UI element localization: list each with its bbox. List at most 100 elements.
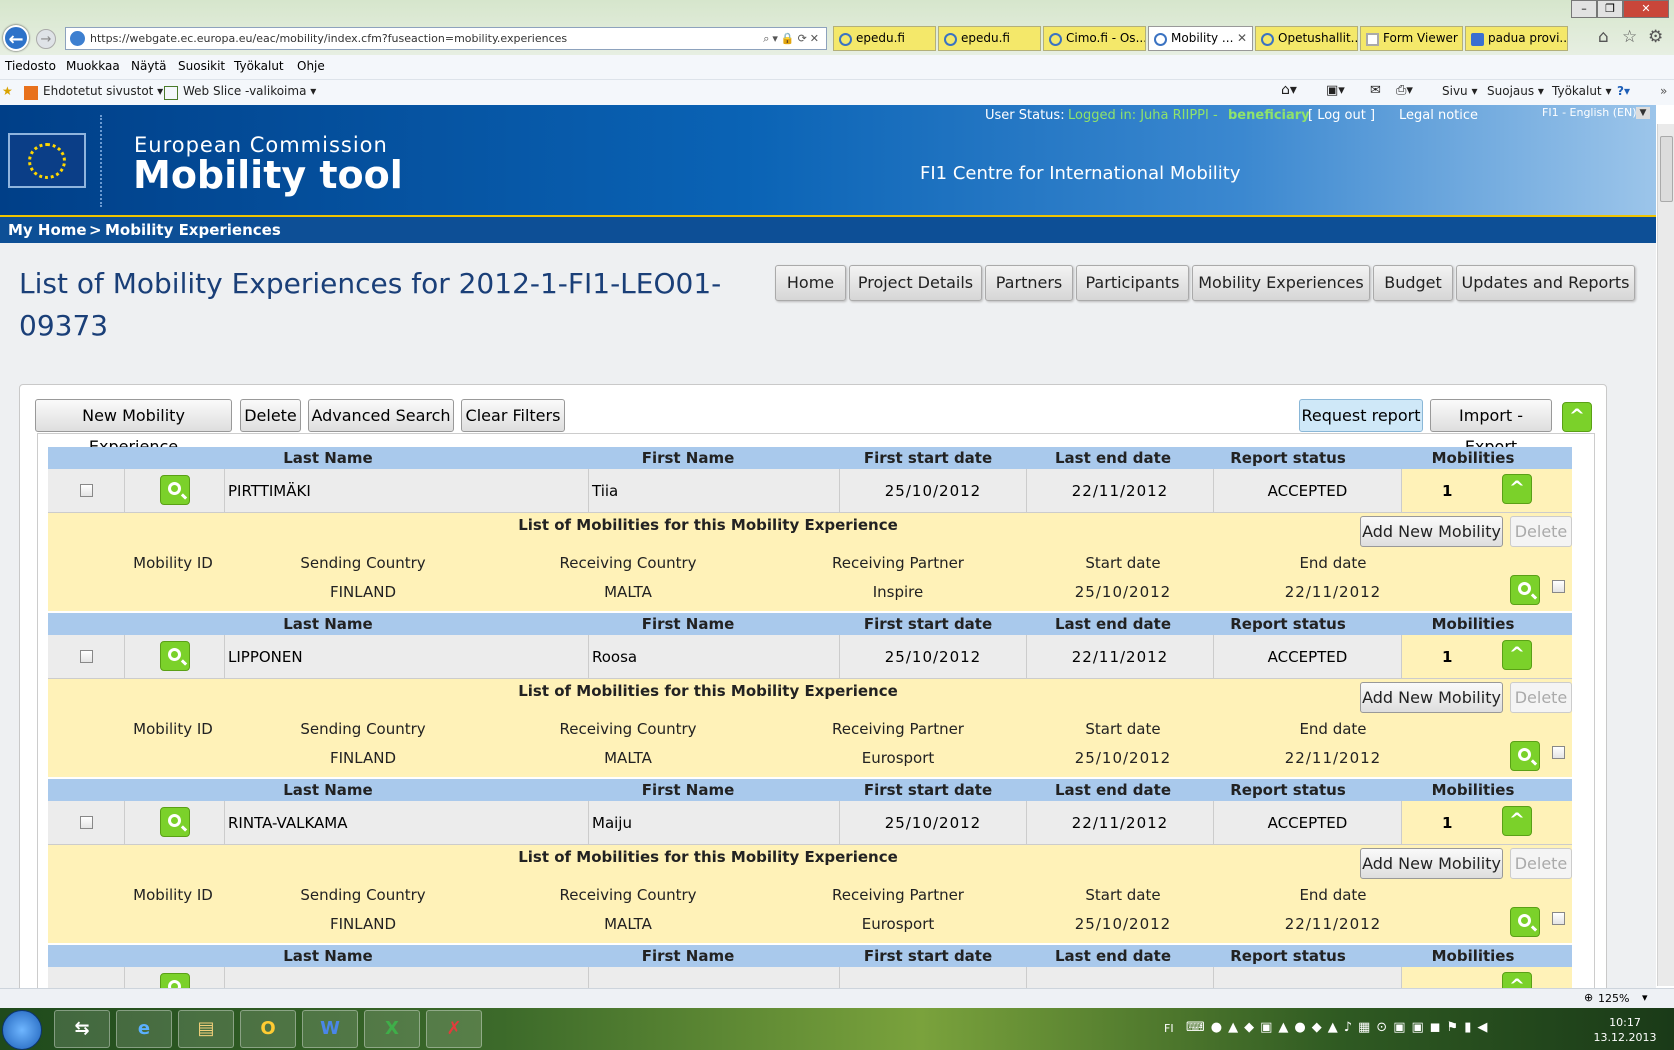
- tab-label: epedu.fi: [856, 31, 905, 45]
- language-select[interactable]: FI1 - English (EN): [1542, 105, 1637, 121]
- menu-view[interactable]: Näytä: [131, 59, 167, 73]
- back-arrow-icon[interactable]: ←: [3, 25, 29, 51]
- scrollbar-thumb[interactable]: [1660, 136, 1673, 202]
- tab-partners[interactable]: Partners: [985, 265, 1073, 301]
- legal-notice-link[interactable]: Legal notice: [1399, 105, 1478, 127]
- row-checkbox[interactable]: [80, 484, 93, 497]
- home-icon[interactable]: ⌂: [1598, 27, 1609, 47]
- user-status-bar: User Status: Logged in: Juha RIIPPI - be…: [0, 105, 1656, 127]
- browser-tab-active[interactable]: Mobility ... ✕: [1148, 26, 1253, 51]
- view-magnifier-icon[interactable]: [160, 475, 190, 505]
- safety-menu[interactable]: Suojaus ▾: [1487, 84, 1544, 98]
- address-bar[interactable]: https://webgate.ec.europa.eu/eac/mobilit…: [65, 27, 827, 50]
- print-icon[interactable]: ⎙▾: [1396, 83, 1413, 98]
- row-checkbox[interactable]: [80, 816, 93, 829]
- menu-tools[interactable]: Työkalut: [234, 59, 284, 73]
- add-new-mobility-button[interactable]: Add New Mobility: [1360, 516, 1503, 547]
- zoom-icon[interactable]: ⊕: [1584, 991, 1593, 1004]
- file-explorer-icon[interactable]: ▤: [178, 1010, 234, 1048]
- breadcrumb-home[interactable]: My Home: [8, 217, 87, 243]
- sublist-title: List of Mobilities for this Mobility Exp…: [518, 682, 898, 700]
- collapse-up-icon[interactable]: ^: [1562, 402, 1592, 432]
- minimize-button[interactable]: –: [1571, 0, 1597, 18]
- forward-arrow-icon[interactable]: →: [36, 29, 56, 49]
- delete-mobility-button[interactable]: Delete: [1510, 848, 1572, 879]
- add-new-mobility-button[interactable]: Add New Mobility: [1360, 848, 1503, 879]
- tab-mobility-experiences[interactable]: Mobility Experiences: [1192, 265, 1370, 301]
- mobilities-count: 1: [1442, 814, 1453, 832]
- breadcrumb: My Home > Mobility Experiences: [0, 217, 1656, 243]
- help-icon[interactable]: ?▾: [1617, 84, 1630, 98]
- mobility-checkbox[interactable]: [1552, 746, 1565, 759]
- page-scrollbar[interactable]: [1657, 124, 1674, 986]
- delete-mobility-button[interactable]: Delete: [1510, 682, 1572, 713]
- address-tools-icon[interactable]: ⌕▾🔒⟳✕: [763, 28, 822, 49]
- collapse-up-icon[interactable]: ^: [1502, 972, 1532, 988]
- favorites-star-icon[interactable]: ☆: [1622, 27, 1637, 47]
- switch-windows-icon[interactable]: ⇆: [54, 1010, 110, 1048]
- mobility-checkbox[interactable]: [1552, 580, 1565, 593]
- tab-participants[interactable]: Participants: [1076, 265, 1189, 301]
- zoom-level[interactable]: 125%: [1598, 992, 1629, 1005]
- browser-tab[interactable]: Opetushallit...: [1255, 26, 1358, 51]
- word-icon[interactable]: W: [302, 1010, 358, 1048]
- favorites-star-icon[interactable]: ★: [2, 84, 13, 98]
- mail-icon[interactable]: ✉: [1370, 83, 1381, 98]
- start-button-icon[interactable]: [2, 1010, 42, 1050]
- collapse-up-icon[interactable]: ^: [1502, 806, 1532, 836]
- import-export-button[interactable]: Import - Export: [1430, 399, 1552, 456]
- excel-icon[interactable]: X: [364, 1010, 420, 1048]
- settings-gear-icon[interactable]: ⚙: [1648, 27, 1663, 47]
- home-icon[interactable]: ⌂▾: [1281, 82, 1297, 98]
- tab-project-details[interactable]: Project Details: [849, 265, 982, 301]
- acrobat-icon[interactable]: ✗: [426, 1010, 482, 1048]
- collapse-up-icon[interactable]: ^: [1502, 474, 1532, 504]
- row-checkbox[interactable]: [80, 650, 93, 663]
- web-slice-link[interactable]: Web Slice -valikoima ▾: [183, 84, 316, 98]
- clear-filters-button[interactable]: Clear Filters: [461, 399, 565, 432]
- tab-updates-reports[interactable]: Updates and Reports: [1456, 265, 1635, 301]
- system-clock[interactable]: 10:17 13.12.2013: [1590, 1015, 1660, 1045]
- browser-tab[interactable]: epedu.fi: [938, 26, 1041, 51]
- browser-tab[interactable]: epedu.fi: [833, 26, 936, 51]
- view-magnifier-icon[interactable]: [160, 807, 190, 837]
- browser-tab[interactable]: Cimo.fi - Os...: [1043, 26, 1146, 51]
- tray-icons[interactable]: ⌨●▲◆▣▲●◆▲♪▦⊙▣▣◼⚑▮◀: [1186, 1020, 1493, 1035]
- tools-menu[interactable]: Työkalut ▾: [1552, 84, 1611, 98]
- close-tab-icon[interactable]: ✕: [1237, 27, 1247, 50]
- close-window-button[interactable]: ✕: [1623, 0, 1669, 18]
- view-mobility-magnifier-icon[interactable]: [1510, 575, 1540, 605]
- internet-explorer-icon[interactable]: e: [116, 1010, 172, 1048]
- view-mobility-magnifier-icon[interactable]: [1510, 907, 1540, 937]
- rss-feed-icon[interactable]: ▣▾: [1326, 83, 1345, 98]
- menu-edit[interactable]: Muokkaa: [66, 59, 120, 73]
- tab-budget[interactable]: Budget: [1373, 265, 1453, 301]
- browser-tab[interactable]: Form Viewer: [1360, 26, 1463, 51]
- view-magnifier-icon[interactable]: [160, 641, 190, 671]
- suggested-sites-link[interactable]: Ehdotetut sivustot ▾: [43, 84, 163, 98]
- maximize-button[interactable]: ❐: [1597, 0, 1623, 18]
- view-mobility-magnifier-icon[interactable]: [1510, 741, 1540, 771]
- input-language[interactable]: FI: [1164, 1022, 1174, 1035]
- outlook-icon[interactable]: O: [240, 1010, 296, 1048]
- chevron-right-icon[interactable]: »: [1660, 84, 1667, 98]
- view-magnifier-icon[interactable]: [160, 973, 190, 988]
- new-mobility-experience-button[interactable]: New Mobility Experience: [35, 399, 232, 456]
- delete-button[interactable]: Delete: [240, 399, 301, 432]
- tab-home[interactable]: Home: [775, 265, 846, 301]
- col-last-end: Last end date: [1054, 947, 1171, 965]
- delete-mobility-button[interactable]: Delete: [1510, 516, 1572, 547]
- chevron-down-icon[interactable]: ▼: [1636, 107, 1650, 119]
- menu-file[interactable]: Tiedosto: [5, 59, 56, 73]
- add-new-mobility-button[interactable]: Add New Mobility: [1360, 682, 1503, 713]
- logout-link[interactable]: [ Log out ]: [1308, 105, 1375, 127]
- browser-tab[interactable]: padua provi...: [1465, 26, 1568, 51]
- chevron-down-icon[interactable]: ▾: [1642, 991, 1648, 1004]
- menu-help[interactable]: Ohje: [297, 59, 325, 73]
- request-report-button[interactable]: Request report: [1299, 399, 1423, 432]
- mobility-checkbox[interactable]: [1552, 912, 1565, 925]
- collapse-up-icon[interactable]: ^: [1502, 640, 1532, 670]
- menu-favorites[interactable]: Suosikit: [178, 59, 225, 73]
- advanced-search-button[interactable]: Advanced Search: [308, 399, 454, 432]
- page-menu[interactable]: Sivu ▾: [1442, 84, 1478, 98]
